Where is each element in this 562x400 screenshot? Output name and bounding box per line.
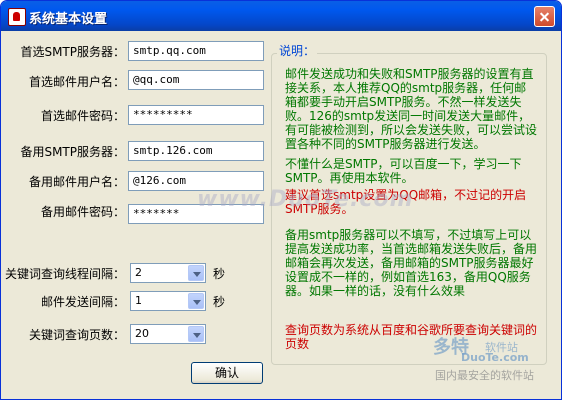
send-interval-label: 邮件发送间隔：: [40, 295, 125, 309]
thread-interval-unit: 秒: [213, 267, 226, 281]
primary-password-input[interactable]: *********: [128, 105, 264, 125]
help-paragraph-1: 邮件发送成功和失败和SMTP服务器的设置有直接关系，本人推荐QQ的smtp服务器…: [285, 67, 538, 151]
title-bar[interactable]: 系统基本设置: [1, 1, 561, 31]
primary-smtp-label: 首选SMTP服务器：: [20, 45, 125, 59]
watermark-center: www.DuoTe.com: [197, 187, 414, 212]
watermark-logo-line4: 国内最安全的软件站: [435, 369, 534, 382]
chevron-down-icon[interactable]: [188, 293, 204, 309]
backup-user-label: 备用邮件用户名：: [28, 175, 125, 189]
thread-interval-label: 关键词查询线程间隔：: [4, 267, 125, 281]
primary-user-input[interactable]: @qq.com: [128, 70, 264, 90]
backup-smtp-input[interactable]: smtp.126.com: [128, 141, 264, 161]
primary-smtp-input[interactable]: smtp.qq.com: [128, 41, 264, 61]
help-title: 说明：: [277, 42, 318, 59]
query-pages-select[interactable]: 20: [130, 324, 206, 344]
primary-user-label: 首选邮件用户名：: [28, 75, 125, 89]
send-interval-value: 1: [135, 294, 142, 307]
send-interval-unit: 秒: [213, 295, 226, 309]
settings-window: 系统基本设置 首选SMTP服务器： smtp.qq.com 首选邮件用户名： @…: [0, 0, 562, 400]
close-button[interactable]: [534, 6, 555, 27]
send-interval-select[interactable]: 1: [130, 291, 206, 311]
help-paragraph-2: 不懂什么是SMTP，可以百度一下，学习一下SMTP。再使用本软件。: [285, 157, 522, 185]
help-paragraph-4: 备用smtp服务器可以不填写，不过填写上可以提高发送成功率，当首选邮箱发送失败后…: [285, 228, 538, 298]
chevron-down-icon[interactable]: [188, 265, 204, 281]
query-pages-value: 20: [135, 327, 149, 340]
thread-interval-value: 2: [135, 266, 142, 279]
thread-interval-select[interactable]: 2: [130, 263, 206, 283]
app-icon: [8, 8, 26, 26]
backup-smtp-label: 备用SMTP服务器：: [20, 145, 125, 159]
window-title: 系统基本设置: [29, 12, 108, 27]
primary-password-label: 首选邮件密码：: [40, 109, 125, 123]
chevron-down-icon[interactable]: [188, 326, 204, 342]
query-pages-label: 关键词查询页数：: [28, 328, 125, 342]
ok-button[interactable]: 确认: [191, 362, 263, 384]
watermark-logo: 多特 软件站 DuoTe.com 国内最安全的软件站: [433, 331, 553, 382]
backup-password-label: 备用邮件密码：: [40, 205, 125, 219]
watermark-logo-line3: DuoTe.com: [461, 351, 529, 364]
